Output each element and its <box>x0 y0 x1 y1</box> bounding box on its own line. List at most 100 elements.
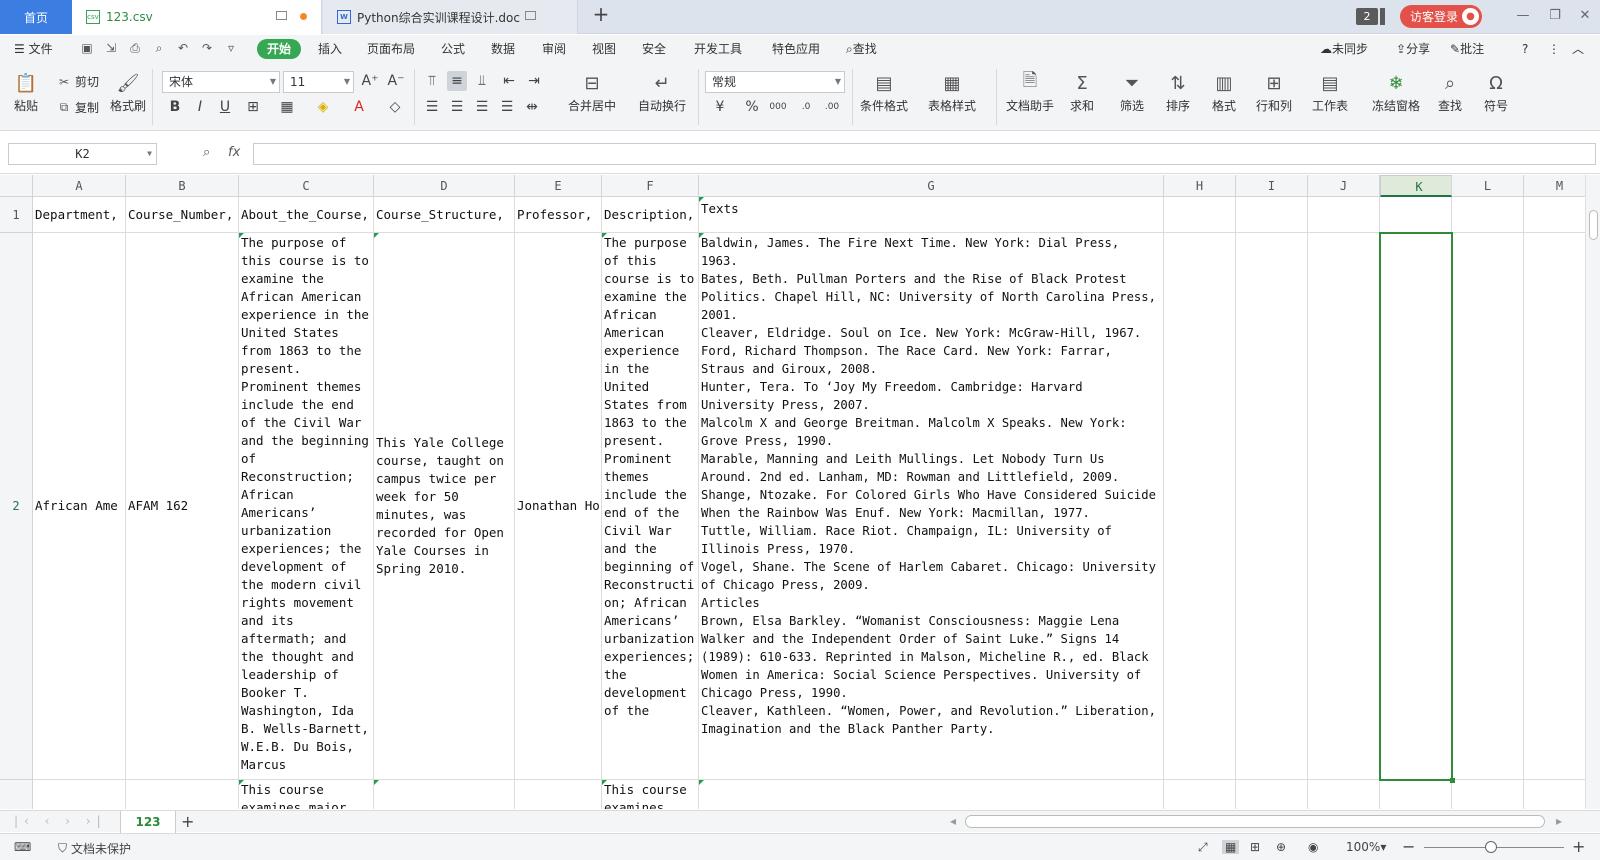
cell-a1[interactable]: Department, <box>33 197 126 233</box>
italic-icon[interactable]: I <box>190 97 210 117</box>
row-col-button[interactable]: ⊞ 行和列 <box>1256 69 1292 114</box>
column-header-k[interactable]: K <box>1380 175 1452 197</box>
thousands-icon[interactable]: 000 <box>768 97 788 117</box>
doc-helper-button[interactable]: 🗎 文档助手 <box>1006 69 1054 114</box>
cell-b3[interactable] <box>126 780 239 809</box>
menu-insert[interactable]: 插入 <box>318 39 342 59</box>
currency-icon[interactable]: ¥ <box>710 97 730 117</box>
distribute-icon[interactable]: ⇹ <box>522 97 542 117</box>
cell-j1[interactable] <box>1308 197 1380 233</box>
cell-m3[interactable] <box>1524 780 1585 809</box>
column-header-c[interactable]: C <box>239 175 374 197</box>
align-left-icon[interactable]: ☰ <box>422 97 442 117</box>
scroll-right-icon[interactable]: ▸ <box>1556 814 1562 828</box>
tab-csv-file[interactable]: csv 123.csv <box>72 0 322 34</box>
export-icon[interactable]: ⇲ <box>103 40 119 56</box>
underline-icon[interactable]: U <box>215 97 235 117</box>
fill-pattern-icon[interactable]: ▦ <box>277 97 297 117</box>
reading-mode-icon[interactable]: ⊕ <box>1276 840 1286 854</box>
border-icon[interactable]: ⊞ <box>243 97 263 117</box>
sync-button[interactable]: ☁未同步 <box>1320 39 1368 59</box>
comment-button[interactable]: ✎批注 <box>1450 39 1484 59</box>
align-top-icon[interactable]: ⫪ <box>422 71 442 91</box>
menu-special[interactable]: 特色应用 <box>772 39 820 59</box>
cell-f2[interactable]: The purpose of this course is to examine… <box>602 233 699 780</box>
eye-protect-icon[interactable]: ◉ <box>1308 840 1318 854</box>
sheet-tab-123[interactable]: 123 <box>120 811 176 833</box>
cell-e1[interactable]: Professor, <box>515 197 602 233</box>
fx-icon[interactable]: fx <box>228 145 240 160</box>
align-middle-icon[interactable]: ≡ <box>447 71 467 91</box>
print-preview-icon[interactable]: ⌕ <box>151 40 167 56</box>
justify-icon[interactable]: ☰ <box>497 97 517 117</box>
column-header-m[interactable]: M <box>1524 175 1585 197</box>
save-icon[interactable]: ▣ <box>79 40 95 56</box>
sheet-nav-arrows-icon[interactable]: |‹ ‹ › ›| <box>14 814 107 828</box>
scroll-left-icon[interactable]: ◂ <box>950 814 956 828</box>
align-right-icon[interactable]: ☰ <box>472 97 492 117</box>
undo-icon[interactable]: ↶ <box>175 40 191 56</box>
select-all-corner[interactable] <box>0 175 33 197</box>
zoom-select[interactable]: 100% ▾ <box>1346 840 1386 854</box>
quick-access-dropdown-icon[interactable]: ▿ <box>223 40 239 56</box>
column-header-i[interactable]: I <box>1236 175 1308 197</box>
page-break-view-icon[interactable]: ⊞ <box>1250 840 1260 854</box>
align-bottom-icon[interactable]: ⫫ <box>472 71 492 91</box>
symbol-button[interactable]: Ω 符号 <box>1482 69 1510 114</box>
name-box[interactable]: K2 ▼ <box>8 143 157 165</box>
cell-h1[interactable] <box>1164 197 1236 233</box>
table-style-button[interactable]: ▦ 表格样式 <box>928 69 976 114</box>
cell-i3[interactable] <box>1236 780 1308 809</box>
increase-decimal-icon[interactable]: .0 <box>796 97 816 117</box>
cell-h3[interactable] <box>1164 780 1236 809</box>
align-center-icon[interactable]: ☰ <box>447 97 467 117</box>
tab-doc-file[interactable]: W Python综合实训课程设计.doc <box>323 0 578 34</box>
cell-c2[interactable]: The purpose of this course is to examine… <box>239 233 374 780</box>
fullscreen-icon[interactable]: ⤢ <box>1198 840 1208 855</box>
cell-a2[interactable]: African Ame <box>33 233 126 780</box>
number-format-select[interactable]: 常规 ▼ <box>705 71 845 93</box>
format-painter-button[interactable]: 🖌 格式刷 <box>110 69 146 114</box>
cell-g1[interactable]: Texts <box>699 197 1164 233</box>
freeze-button[interactable]: ❄ 冻结窗格 <box>1372 69 1420 114</box>
merge-center-button[interactable]: ⊟ 合并居中 <box>568 69 616 114</box>
vertical-scroll-thumb[interactable] <box>1589 210 1598 240</box>
row-header-1[interactable]: 1 <box>0 197 33 233</box>
window-count-badge[interactable]: 2 <box>1356 8 1378 25</box>
cut-button[interactable]: ✂ 剪切 <box>56 73 99 90</box>
menu-view[interactable]: 视图 <box>592 39 616 59</box>
close-icon[interactable]: ✕ <box>1574 5 1596 27</box>
cell-g2[interactable]: Baldwin, James. The Fire Next Time. New … <box>699 233 1164 780</box>
format-button[interactable]: ▥ 格式 <box>1210 69 1238 114</box>
column-header-a[interactable]: A <box>33 175 126 197</box>
sort-button[interactable]: ⇅ 排序 <box>1164 69 1192 114</box>
indent-decrease-icon[interactable]: ⇤ <box>499 71 519 91</box>
paste-button[interactable]: 📋 粘贴 <box>12 69 40 114</box>
zoom-slider-knob[interactable] <box>1485 841 1497 853</box>
worksheet-button[interactable]: ▤ 工作表 <box>1312 69 1348 114</box>
zoom-in-icon[interactable]: + <box>1572 837 1585 856</box>
cell-d3[interactable] <box>374 780 515 809</box>
decrease-font-icon[interactable]: A⁻ <box>386 71 406 91</box>
column-header-b[interactable]: B <box>126 175 239 197</box>
cell-e2[interactable]: Jonathan Ho <box>515 233 602 780</box>
column-header-d[interactable]: D <box>374 175 515 197</box>
indent-increase-icon[interactable]: ⇥ <box>524 71 544 91</box>
menu-search[interactable]: ⌕查找 <box>846 39 877 59</box>
redo-icon[interactable]: ↷ <box>199 40 215 56</box>
menu-formula[interactable]: 公式 <box>441 39 465 59</box>
cell-j2[interactable] <box>1308 233 1380 780</box>
normal-view-icon[interactable]: ▦ <box>1222 840 1240 854</box>
column-header-h[interactable]: H <box>1164 175 1236 197</box>
cell-f3[interactable]: This course examines <box>602 780 699 809</box>
cell-j3[interactable] <box>1308 780 1380 809</box>
filter-button[interactable]: ⏷ 筛选 <box>1118 69 1146 114</box>
cell-g3[interactable] <box>699 780 1164 809</box>
clear-format-icon[interactable]: ◇ <box>385 97 405 117</box>
column-header-e[interactable]: E <box>515 175 602 197</box>
menu-start[interactable]: 开始 <box>257 39 302 59</box>
percent-icon[interactable]: % <box>742 97 762 117</box>
horizontal-scrollbar[interactable] <box>965 815 1545 828</box>
increase-font-icon[interactable]: A⁺ <box>360 71 380 91</box>
cell-b1[interactable]: Course_Number, <box>126 197 239 233</box>
